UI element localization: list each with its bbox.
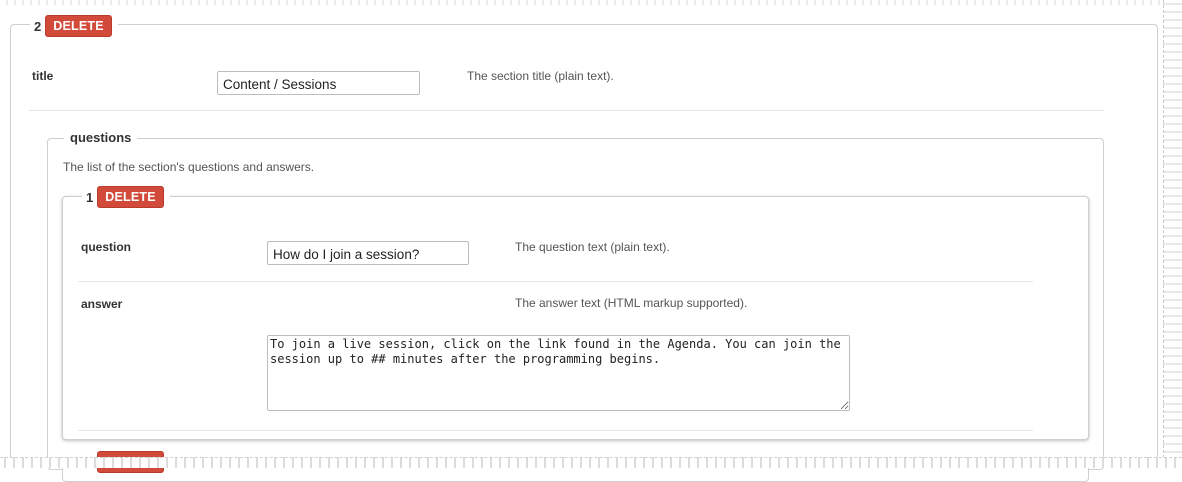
answer-textarea[interactable]: To join a live session, click on the lin…: [267, 335, 850, 411]
question-help-text: The question text (plain text).: [515, 240, 670, 254]
title-label: title: [32, 69, 54, 83]
answer-help-text: The answer text (HTML markup supported).: [515, 296, 748, 310]
torn-edge-bottom: [0, 457, 1182, 468]
question-input[interactable]: [267, 241, 469, 265]
questions-description: The list of the section's questions and …: [63, 160, 315, 174]
question-item-legend: 1 DELETE: [82, 186, 170, 208]
divider: [78, 281, 1033, 282]
title-help-text: The section title (plain text).: [467, 69, 614, 83]
delete-section-button[interactable]: DELETE: [45, 15, 112, 37]
questions-legend: questions: [64, 130, 138, 145]
question-label: question: [81, 240, 131, 254]
section-legend: 2 DELETE: [30, 15, 118, 37]
torn-edge-right: [1163, 0, 1182, 468]
torn-edge-top: [0, 0, 1182, 5]
delete-question-button[interactable]: DELETE: [97, 186, 164, 208]
question-index: 1: [86, 189, 94, 205]
divider: [29, 110, 1104, 111]
questions-legend-label: questions: [70, 130, 132, 145]
divider: [78, 430, 1033, 431]
answer-label: answer: [81, 297, 123, 311]
section-index: 2: [34, 18, 42, 34]
title-input[interactable]: [217, 71, 420, 95]
